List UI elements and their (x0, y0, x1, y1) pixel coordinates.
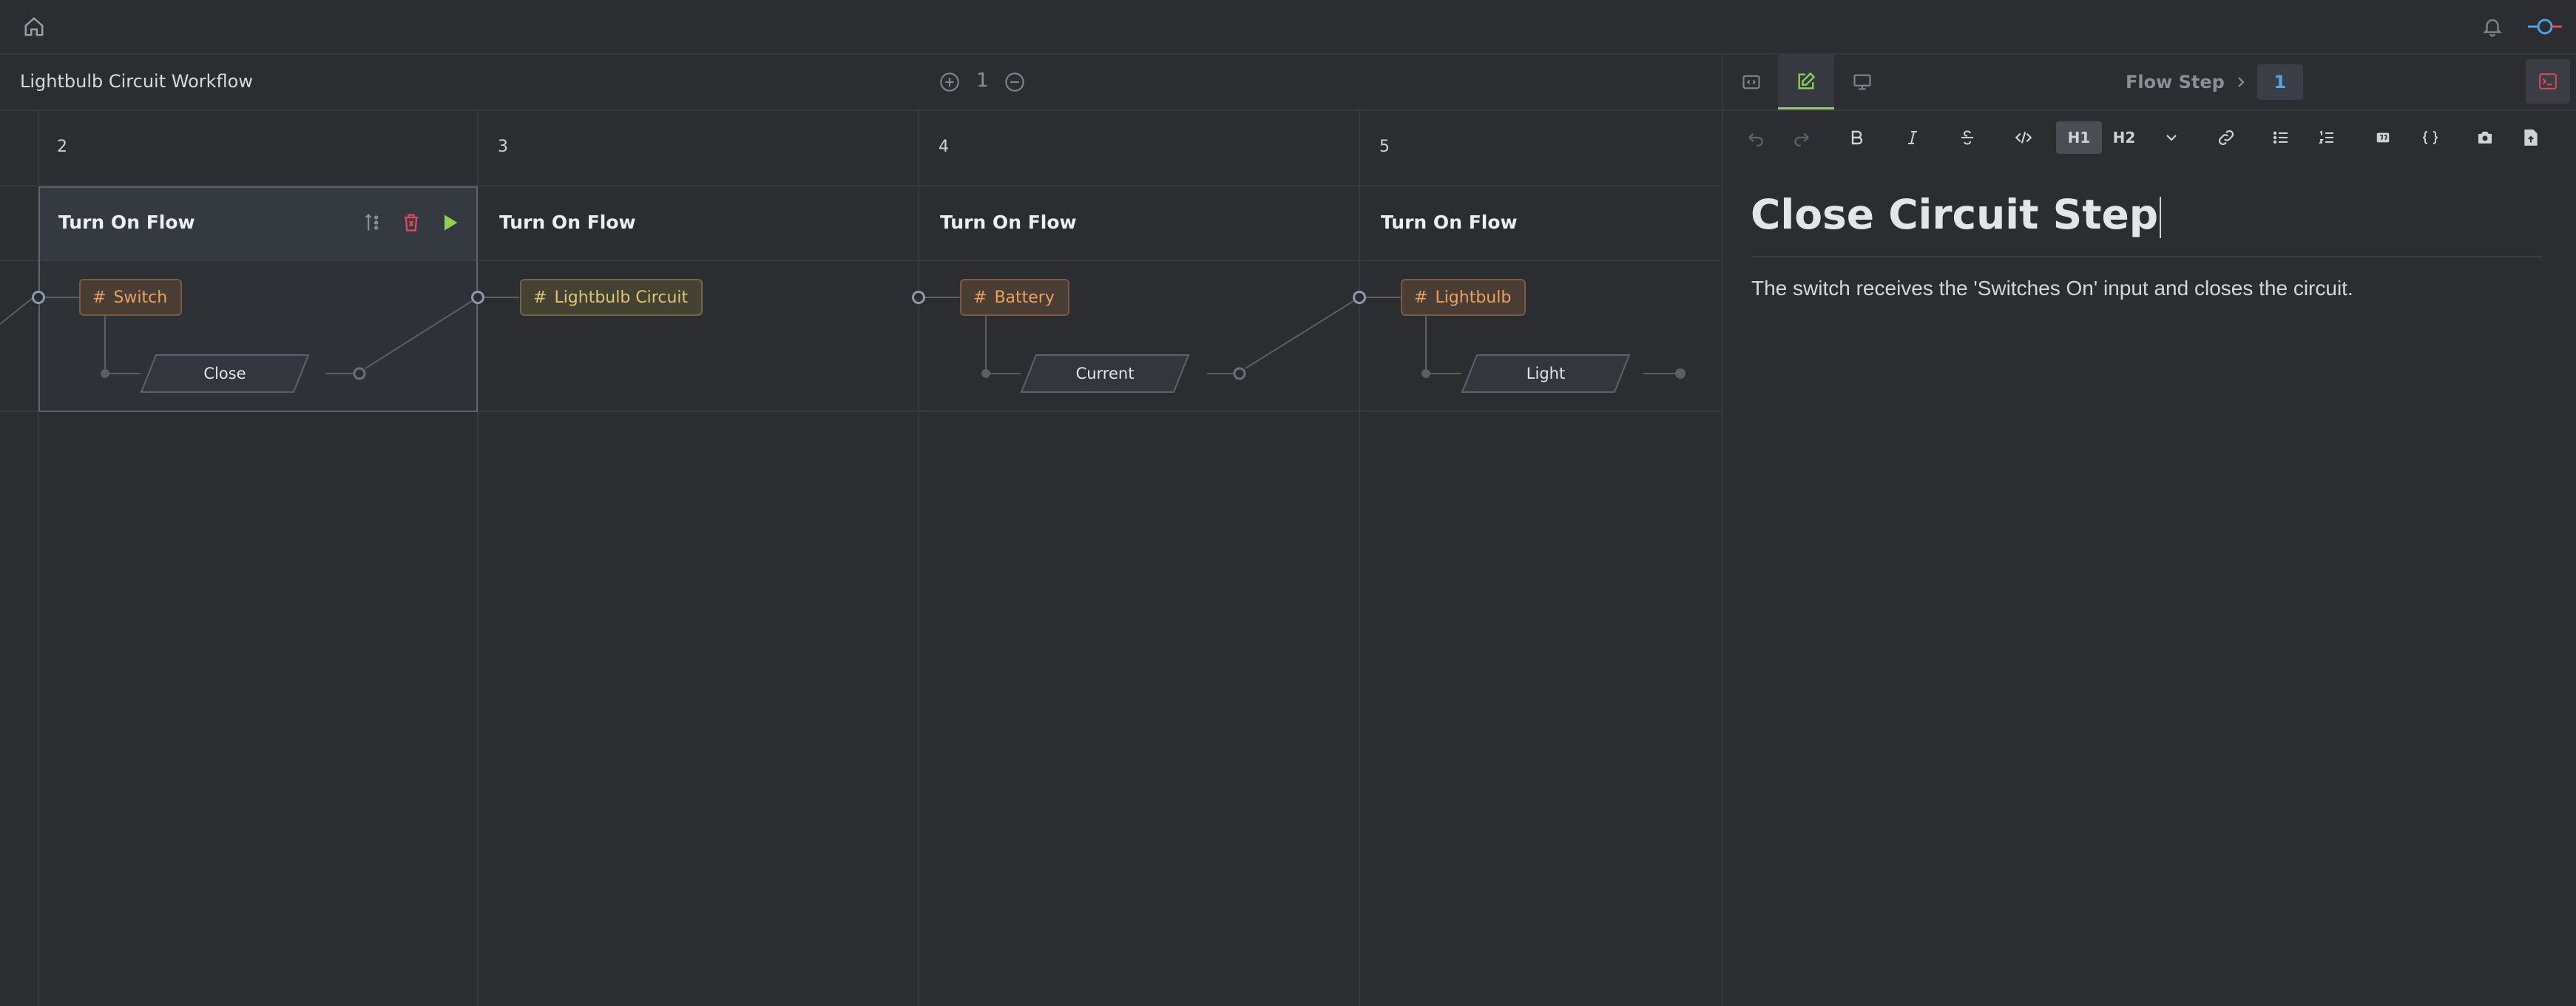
doc-heading[interactable]: Close Circuit Step (1751, 191, 2162, 238)
bullet-list-icon (2273, 131, 2288, 144)
code-button[interactable] (2009, 121, 2038, 154)
tag-label: Lightbulb (1435, 288, 1512, 307)
connectors (0, 297, 1686, 380)
hash-icon: # (92, 288, 107, 307)
action-label: Current (1075, 365, 1135, 382)
action-node[interactable]: Light (1461, 354, 1631, 394)
breadcrumb-value[interactable]: 1 (2256, 64, 2303, 100)
camera-icon (2478, 132, 2492, 144)
tag-label: Lightbulb Circuit (554, 288, 689, 307)
monitor-icon (1853, 74, 1871, 90)
codeblock-button[interactable] (2417, 121, 2444, 154)
terminal-button[interactable] (2526, 59, 2570, 104)
action-label: Light (1526, 365, 1566, 382)
action-label: Close (203, 365, 246, 382)
tag-chip[interactable]: # Lightbulb Circuit (520, 279, 703, 316)
undo-button[interactable] (1742, 121, 1769, 154)
action-node[interactable]: Close (140, 354, 310, 394)
doc-body[interactable]: The switch receives the 'Switches On' in… (1751, 277, 2353, 300)
h1-button[interactable]: H1 (2056, 121, 2102, 154)
redo-icon (1794, 132, 1810, 146)
tab-edit[interactable] (1778, 55, 1834, 109)
quote-button[interactable] (2370, 121, 2396, 154)
redo-button[interactable] (1788, 121, 1815, 154)
edit-icon (1798, 72, 1816, 89)
bold-icon (1851, 130, 1863, 145)
file-button[interactable] (2518, 121, 2544, 154)
tab-preview[interactable] (1834, 55, 1890, 109)
numbered-list-icon (2319, 130, 2333, 144)
hash-icon: # (973, 288, 987, 307)
terminal-icon (2539, 73, 2557, 90)
breadcrumb: Flow Step 1 (2126, 55, 2303, 109)
italic-icon (1908, 131, 1917, 144)
port-node[interactable] (471, 291, 484, 304)
heading-divider (1751, 256, 2543, 257)
link-button[interactable] (2211, 121, 2241, 154)
code-view-icon (1742, 75, 1760, 90)
text-cursor (2160, 196, 2162, 238)
panel-tabs: Flow Step 1 (1723, 55, 2576, 111)
tag-chip[interactable]: # Lightbulb (1401, 279, 1527, 316)
strikethrough-icon (1961, 130, 1973, 145)
logo-icon[interactable] (2528, 16, 2562, 37)
strike-button[interactable] (1954, 121, 1981, 154)
port-node[interactable] (1353, 291, 1366, 304)
link-icon (2219, 130, 2234, 145)
file-icon (2524, 129, 2538, 146)
tag-chip[interactable]: # Battery (960, 279, 1069, 316)
code-icon (2015, 132, 2032, 144)
tag-label: Switch (113, 288, 168, 307)
tab-code[interactable] (1723, 55, 1779, 109)
tag-chip[interactable]: # Switch (79, 279, 183, 316)
screenshot-button[interactable] (2472, 121, 2498, 154)
chevron-right-icon (2238, 77, 2245, 87)
braces-icon (2422, 131, 2438, 144)
h2-button[interactable]: H2 (2109, 121, 2139, 154)
bullet-list-button[interactable] (2268, 121, 2294, 154)
hash-icon: # (1414, 288, 1428, 307)
heading-dropdown[interactable] (2158, 121, 2185, 154)
italic-button[interactable] (1899, 121, 1926, 154)
breadcrumb-label[interactable]: Flow Step (2126, 72, 2225, 92)
port-node[interactable] (32, 291, 45, 304)
hash-icon: # (533, 288, 547, 307)
tag-label: Battery (994, 288, 1055, 307)
chevron-down-icon (2166, 135, 2177, 141)
undo-icon (1748, 132, 1763, 146)
quote-icon (2376, 132, 2390, 143)
port-node[interactable] (912, 291, 925, 304)
doc-heading-text: Close Circuit Step (1751, 191, 2159, 238)
numbered-list-button[interactable] (2313, 121, 2340, 154)
action-node[interactable]: Current (1020, 354, 1190, 394)
bell-icon[interactable] (2481, 16, 2504, 38)
bold-button[interactable] (1843, 121, 1870, 154)
